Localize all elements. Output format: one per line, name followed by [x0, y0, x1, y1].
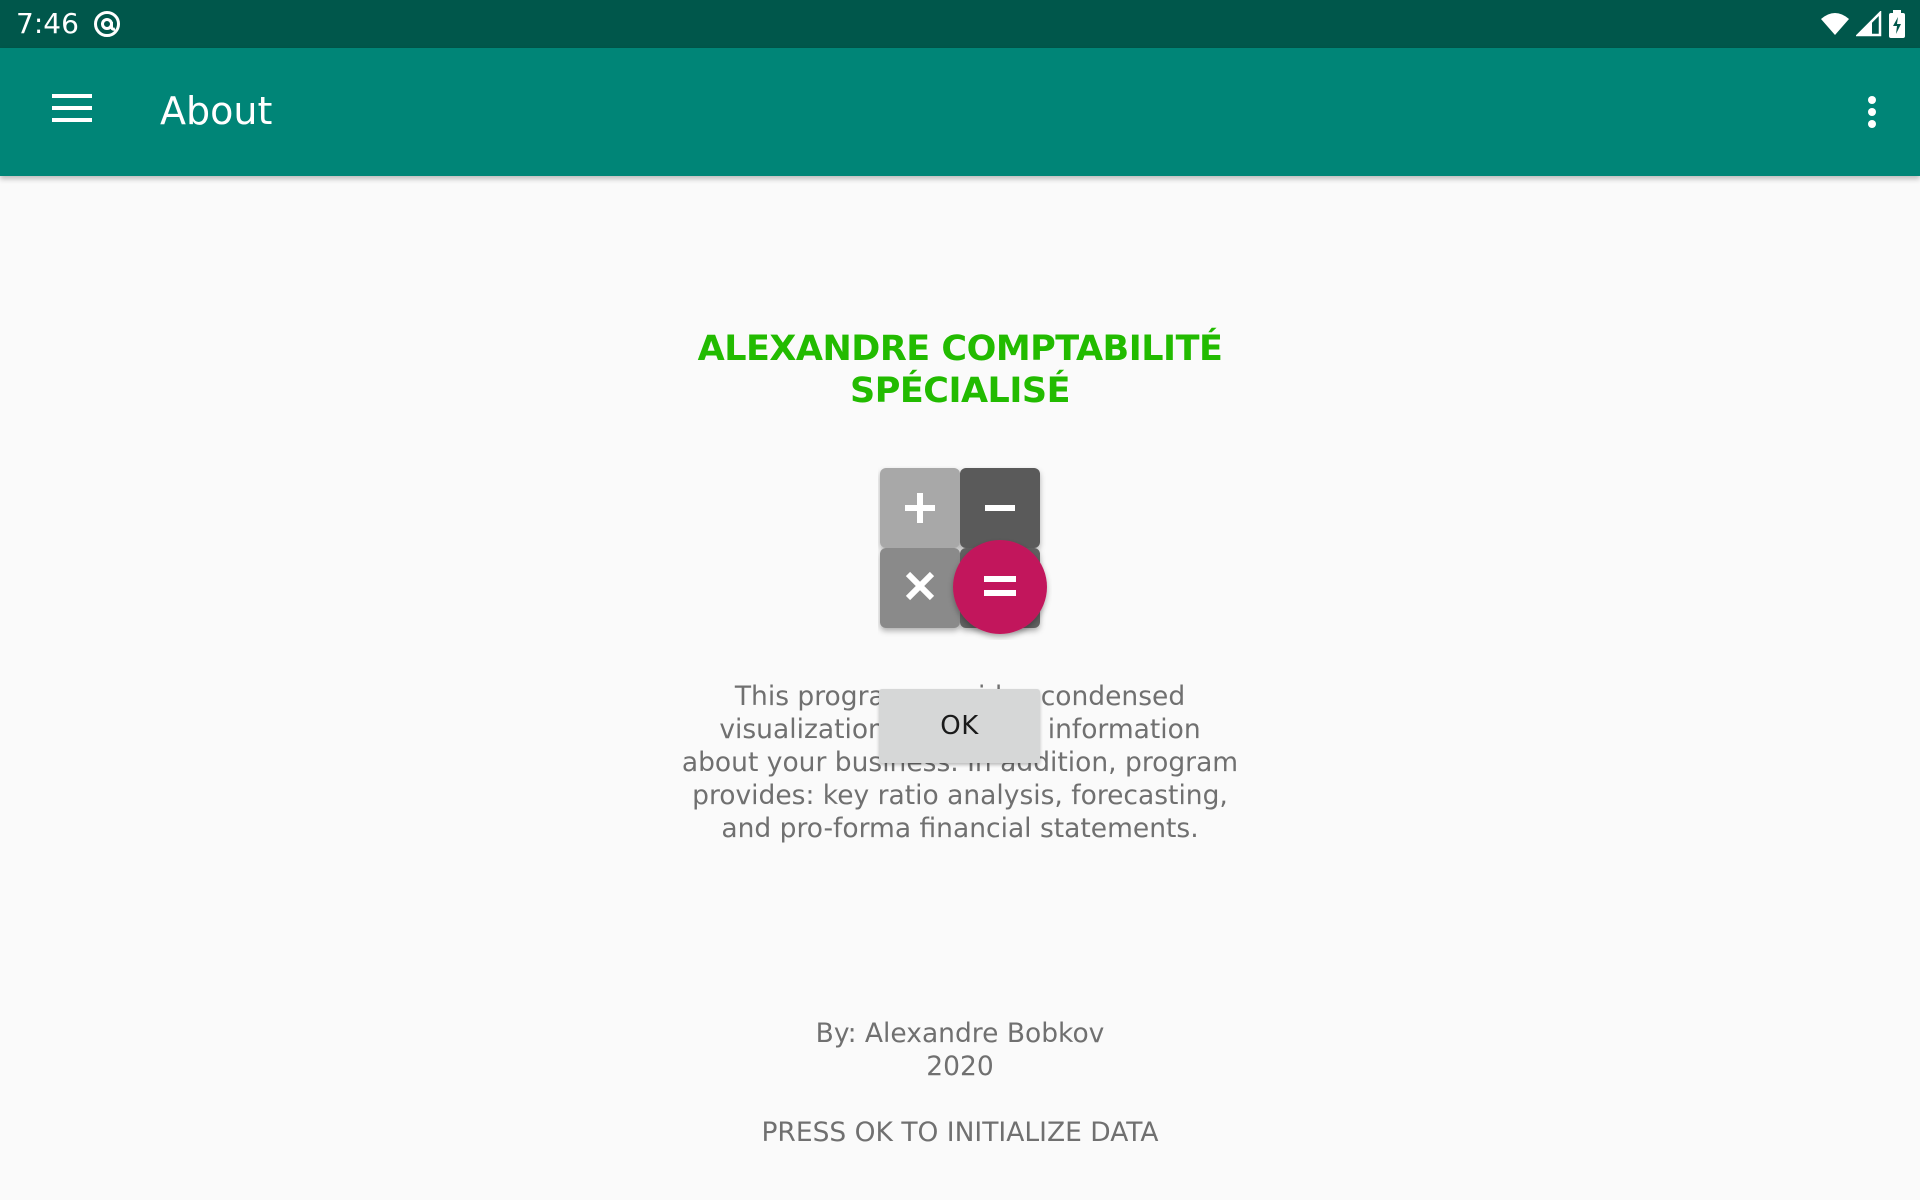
battery-charging-icon	[1889, 10, 1905, 38]
calculator-icon	[880, 468, 1047, 634]
company-name-line2: SPÉCIALISÉ	[849, 371, 1071, 411]
status-time: 7:46	[16, 7, 79, 40]
company-name-line1: ALEXANDRE COMPTABILITÉ	[697, 329, 1223, 369]
app-bar: About	[0, 48, 1920, 176]
author-credit: By: Alexandre Bobkov	[815, 1018, 1105, 1049]
description-line: and pro-forma financial statements.	[721, 813, 1199, 844]
hamburger-menu-icon[interactable]	[46, 90, 98, 134]
more-vert-icon[interactable]	[1848, 88, 1896, 136]
description-line: provides: key ratio analysis, forecastin…	[692, 780, 1228, 811]
at-sign-icon	[94, 11, 120, 37]
page-title: About	[160, 89, 273, 133]
copyright-year: 2020	[926, 1051, 994, 1082]
ok-button[interactable]: OK	[879, 689, 1040, 763]
status-bar: 7:46	[0, 0, 1920, 48]
wifi-icon	[1821, 13, 1849, 35]
company-name: ALEXANDRE COMPTABILITÉ SPÉCIALISÉ	[560, 328, 1360, 412]
initialize-hint: PRESS OK TO INITIALIZE DATA	[761, 1117, 1159, 1148]
cell-signal-icon	[1856, 11, 1882, 37]
status-icons	[1820, 9, 1906, 39]
